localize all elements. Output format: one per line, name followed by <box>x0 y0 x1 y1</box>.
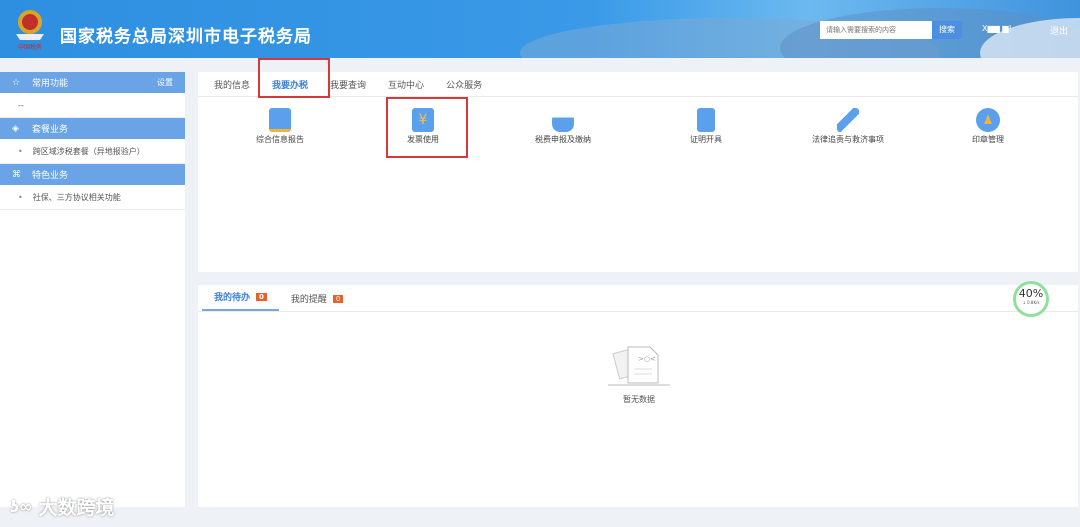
services-panel: 我的信息 我要办税 我要查询 互动中心 公众服务 综合信息报告 ¥ 发票使用 税费… <box>198 58 1078 272</box>
tab-my-info[interactable]: 我的信息 <box>214 78 250 91</box>
logout-link[interactable]: 退出 <box>1050 24 1068 37</box>
network-speed-gauge[interactable]: 40% ↓ 0.8K/s <box>1013 281 1049 317</box>
list-item[interactable]: • 跨区域涉税套餐（异地报验户） <box>0 139 185 164</box>
search-button[interactable]: 搜索 <box>932 21 962 39</box>
layers-icon: ◈ <box>12 123 19 134</box>
tab-label: 我的待办 <box>214 293 251 303</box>
tasks-panel: 我的待办 0 我的提醒 0 >○< 暂无数据 <box>198 285 1078 507</box>
watermark-logo-icon: ʖ∞ <box>10 497 33 516</box>
tab-label: 我的提醒 <box>290 295 327 305</box>
user-name[interactable]: X▆▆ ▆! <box>982 24 1012 33</box>
section-special-business[interactable]: ⌘ 特色业务 <box>0 164 185 185</box>
func-certificate[interactable]: 证明开具 <box>646 108 766 145</box>
item-label: -- <box>18 100 24 110</box>
header: 中国税务 国家税务总局深圳市电子税务局 搜索 X▆▆ ▆! 退出 <box>0 0 1080 58</box>
star-icon: ☆ <box>12 77 21 88</box>
tax-emblem-logo: 中国税务 <box>16 10 44 50</box>
func-invoice[interactable]: ¥ 发票使用 <box>363 108 483 145</box>
gauge-speed: ↓ 0.8K/s <box>1022 300 1040 305</box>
func-declare-pay[interactable]: 税费申报及缴纳 <box>503 108 623 145</box>
document-icon <box>269 108 291 132</box>
watermark: ʖ∞ 大数跨境 <box>10 493 115 520</box>
func-label: 发票使用 <box>407 135 439 144</box>
count-badge: 0 <box>256 292 267 301</box>
func-label: 印章管理 <box>972 135 1004 144</box>
func-seal[interactable]: ♟ 印章管理 <box>928 108 1048 145</box>
yuan-invoice-icon: ¥ <box>412 108 434 132</box>
hand-coin-icon <box>552 108 574 132</box>
empty-document-icon: >○< <box>608 346 670 386</box>
func-legal[interactable]: 法律追责与救济事项 <box>788 108 908 145</box>
gauge-percent: 40% <box>1018 287 1044 300</box>
tab-public-service[interactable]: 公众服务 <box>446 78 482 91</box>
site-title: 国家税务总局深圳市电子税务局 <box>60 27 312 47</box>
section-label: 套餐业务 <box>32 125 69 135</box>
func-label: 税费申报及缴纳 <box>535 135 591 144</box>
search-input[interactable] <box>820 21 932 39</box>
certificate-icon <box>697 108 715 132</box>
empty-state: >○< 暂无数据 <box>608 343 670 405</box>
section-common-functions[interactable]: ☆ 常用功能 设置 <box>0 72 185 93</box>
tab-query[interactable]: 我要查询 <box>330 78 366 91</box>
item-label: 跨区域涉税套餐（异地报验户） <box>32 146 145 156</box>
list-item[interactable]: -- <box>0 93 185 118</box>
gavel-icon <box>837 108 859 132</box>
item-label: 社保、三方协议相关功能 <box>32 192 121 202</box>
func-label: 法律追责与救济事项 <box>812 135 884 144</box>
tab-interaction[interactable]: 互动中心 <box>388 78 424 91</box>
section-package-business[interactable]: ◈ 套餐业务 <box>0 118 185 139</box>
sidebar: ☆ 常用功能 设置 -- ◈ 套餐业务 • 跨区域涉税套餐（异地报验户） ⌘ 特色业务 •… <box>0 72 185 507</box>
highlight-box <box>258 58 330 98</box>
section-label: 常用功能 <box>32 79 69 89</box>
func-label: 综合信息报告 <box>256 135 304 144</box>
watermark-text: 大数跨境 <box>38 497 115 519</box>
tab-my-reminders[interactable]: 我的提醒 0 <box>279 292 355 311</box>
settings-link[interactable]: 设置 <box>157 77 173 88</box>
section-label: 特色业务 <box>32 171 69 181</box>
list-item[interactable]: • 社保、三方协议相关功能 <box>0 185 185 210</box>
count-badge: 0 <box>332 294 344 303</box>
empty-text: 暂无数据 <box>623 395 655 404</box>
svg-text:中国税务: 中国税务 <box>18 43 42 50</box>
command-icon: ⌘ <box>12 169 21 180</box>
func-info-report[interactable]: 综合信息报告 <box>220 108 340 145</box>
tab-my-todo[interactable]: 我的待办 0 <box>202 290 279 311</box>
svg-text:>○<: >○< <box>638 355 656 363</box>
func-label: 证明开具 <box>690 135 722 144</box>
seal-icon: ♟ <box>976 108 1000 132</box>
